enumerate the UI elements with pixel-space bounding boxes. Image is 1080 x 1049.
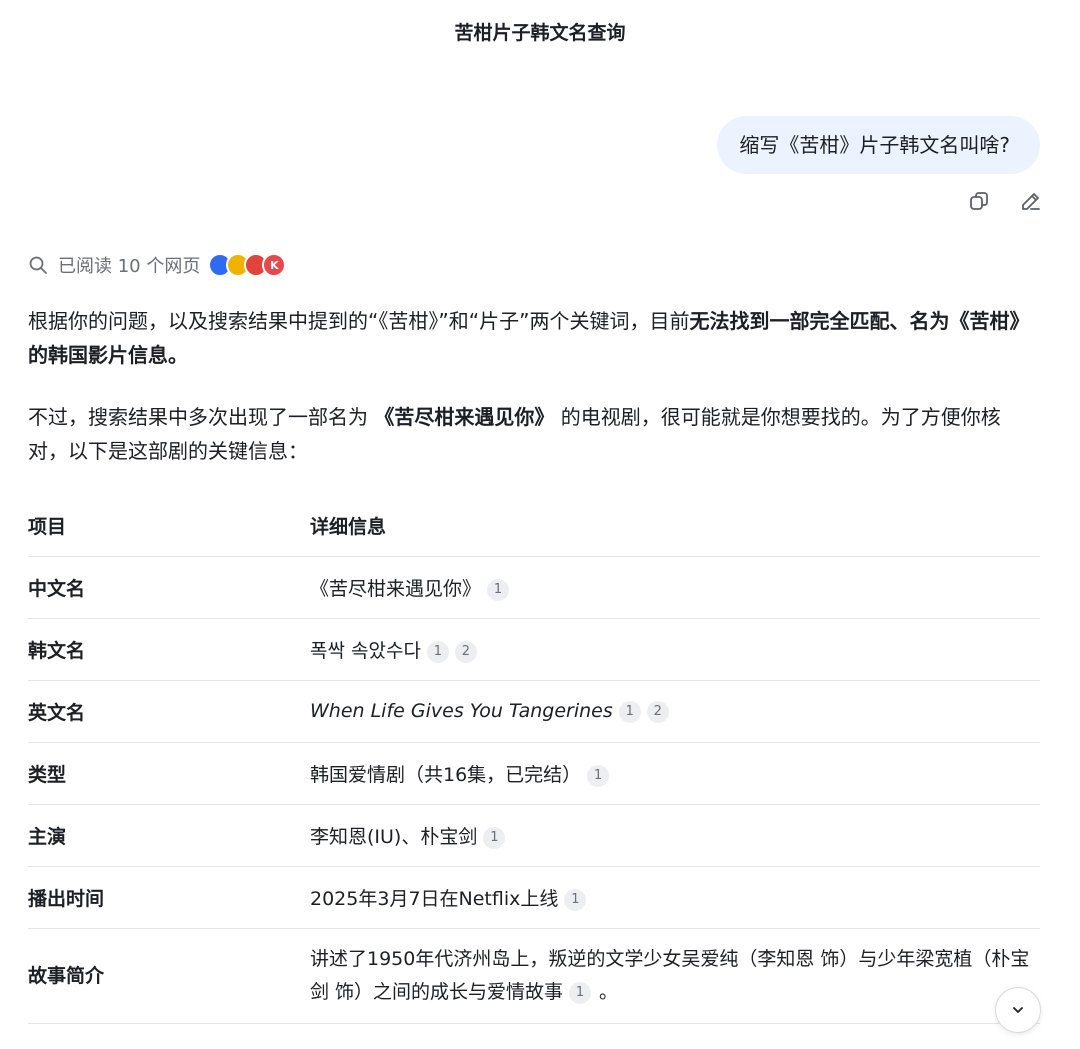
row-label: 播出时间 — [28, 866, 310, 929]
row-value: 讲述了1950年代济州岛上，叛逆的文学少女吴爱纯（李知恩 饰）与少年梁宽植（朴宝… — [310, 948, 1030, 1003]
citation-badge[interactable]: 1 — [564, 889, 587, 911]
table-row: 类型 韩国爱情剧（共16集，已完结） 1 — [28, 742, 1040, 805]
table-header-row: 项目 详细信息 — [28, 494, 1040, 557]
table-header-detail: 详细信息 — [310, 494, 1040, 557]
row-label: 韩文名 — [28, 618, 310, 681]
table-row: 故事简介 讲述了1950年代济州岛上，叛逆的文学少女吴爱纯（李知恩 饰）与少年梁宽… — [28, 928, 1040, 1024]
row-value-cell: 李知恩(IU)、朴宝剑 1 — [310, 804, 1040, 867]
user-message-text: 缩写《苦柑》片子韩文名叫啥? — [739, 133, 1010, 157]
row-value: 2025年3月7日在Netflix上线 — [310, 888, 559, 910]
table-header-item: 项目 — [28, 494, 310, 557]
citation-badge[interactable]: 1 — [587, 765, 610, 787]
search-summary-text: 已阅读 10 个网页 — [58, 256, 201, 277]
table-row: 播出时间 2025年3月7日在Netflix上线 1 — [28, 866, 1040, 929]
answer-paragraph-1: 根据你的问题，以及搜索结果中提到的“《苦柑》”和“片子”两个关键词，目前无法找到… — [28, 304, 1040, 372]
user-message-bubble: 缩写《苦柑》片子韩文名叫啥? — [717, 116, 1040, 174]
row-value-cell: 讲述了1950年代济州岛上，叛逆的文学少女吴爱纯（李知恩 饰）与少年梁宽植（朴宝… — [310, 928, 1040, 1024]
message-actions — [966, 188, 1044, 214]
row-label: 类型 — [28, 742, 310, 805]
citation-badge[interactable]: 1 — [618, 701, 641, 723]
row-label: 故事简介 — [28, 928, 310, 1024]
citation-badge[interactable]: 1 — [426, 641, 449, 663]
edit-icon[interactable] — [1018, 188, 1044, 214]
row-label: 主演 — [28, 804, 310, 867]
answer-p2-text-a: 不过，搜索结果中多次出现了一部名为 — [28, 405, 375, 429]
answer-paragraph-2: 不过，搜索结果中多次出现了一部名为 《苦尽柑来遇见你》 的电视剧，很可能就是你想… — [28, 400, 1040, 468]
answer-p1-text: 根据你的问题，以及搜索结果中提到的“《苦柑》”和“片子”两个关键词，目前 — [28, 309, 690, 333]
table-row: 英文名 When Life Gives You Tangerines 1 2 — [28, 680, 1040, 743]
row-value: 《苦尽柑来遇见你》 — [310, 578, 482, 600]
row-value-cell: 韩国爱情剧（共16集，已完结） 1 — [310, 742, 1040, 805]
row-label: 英文名 — [28, 680, 310, 743]
table-row: 主演 李知恩(IU)、朴宝剑 1 — [28, 804, 1040, 867]
search-icon — [28, 254, 50, 276]
row-value-cell: 폭싹 속았수다 1 2 — [310, 618, 1040, 681]
citation-badge[interactable]: 1 — [483, 827, 506, 849]
row-value: 李知恩(IU)、朴宝剑 — [310, 826, 478, 848]
copy-icon[interactable] — [966, 188, 992, 214]
chevron-down-icon — [1013, 1007, 1023, 1013]
source-favicons: K — [208, 253, 287, 277]
row-value: When Life Gives You Tangerines — [310, 700, 613, 722]
row-value-cell: 2025年3月7日在Netflix上线 1 — [310, 866, 1040, 929]
scroll-down-button[interactable] — [995, 987, 1041, 1033]
source-favicon: K — [262, 253, 287, 277]
citation-badge[interactable]: 1 — [569, 982, 592, 1004]
row-value-cell: When Life Gives You Tangerines 1 2 — [310, 680, 1040, 743]
row-value: 폭싹 속았수다 — [310, 640, 421, 662]
table-row: 韩文名 폭싹 속았수다 1 2 — [28, 618, 1040, 681]
citation-badge[interactable]: 2 — [646, 701, 669, 723]
citation-badge[interactable]: 1 — [487, 579, 510, 601]
info-table: 项目 详细信息 中文名 《苦尽柑来遇见你》 1 韩文名 폭싹 속았수다 1 2 英文名 When… — [28, 494, 1040, 1024]
citation-badge[interactable]: 2 — [454, 641, 477, 663]
table-row: 中文名 《苦尽柑来遇见你》 1 — [28, 556, 1040, 619]
row-label: 中文名 — [28, 556, 310, 619]
page-title: 苦柑片子韩文名查询 — [454, 22, 626, 44]
row-value-suffix: 。 — [599, 981, 619, 1003]
search-summary[interactable]: 已阅读 10 个网页 K — [28, 252, 287, 278]
answer-p2-bold: 《苦尽柑来遇见你》 — [374, 405, 555, 429]
row-value-cell: 《苦尽柑来遇见你》 1 — [310, 556, 1040, 619]
row-value: 韩国爱情剧（共16集，已完结） — [310, 764, 582, 786]
